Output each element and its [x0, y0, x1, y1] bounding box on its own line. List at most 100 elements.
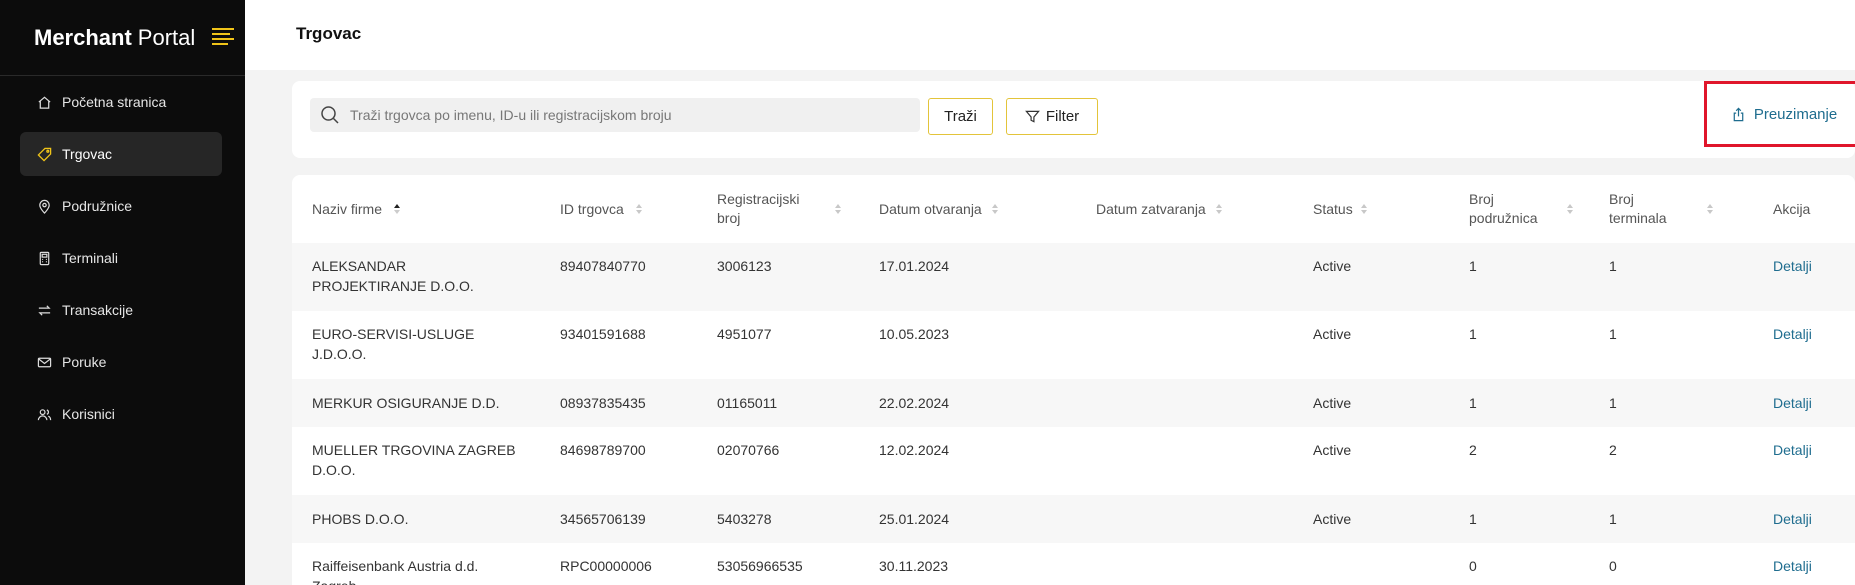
cell-datum-otvaranja: 30.11.2023: [879, 558, 949, 574]
table-row: MERKUR OSIGURANJE D.D. 08937835435 01165…: [292, 379, 1855, 427]
filter-button[interactable]: Filter: [1006, 98, 1098, 135]
sort-icon: [1216, 204, 1222, 214]
cell-broj-terminala: 1: [1609, 395, 1617, 411]
col-header-akcija: Akcija: [1773, 175, 1833, 243]
details-link[interactable]: Detalji: [1773, 393, 1812, 413]
cell-naziv-firme: MUELLER TRGOVINA ZAGREB D.O.O.: [312, 442, 516, 478]
cell-naziv-firme: EURO-SERVISI-USLUGE J.D.O.O.: [312, 326, 475, 362]
cell-naziv-firme: ALEKSANDAR PROJEKTIRANJE D.O.O.: [312, 258, 474, 294]
sidebar-item-label: Početna stranica: [62, 94, 167, 110]
table-row: Raiffeisenbank Austria d.d. Zagreb RPC00…: [292, 543, 1855, 585]
sort-icon: [992, 204, 998, 214]
merchant-table: Naziv firme ID trgovca Registracijski br…: [292, 175, 1855, 585]
cell-broj-podruznica: 1: [1469, 326, 1477, 342]
cell-broj-terminala: 1: [1609, 258, 1617, 274]
col-header-registracijski-broj[interactable]: Registracijski broj: [717, 175, 841, 243]
col-header-naziv-firme[interactable]: Naziv firme: [312, 175, 492, 243]
search-input[interactable]: [350, 107, 910, 123]
users-icon: [36, 406, 52, 422]
cell-id-trgovca: 34565706139: [560, 511, 646, 527]
cell-broj-terminala: 1: [1609, 326, 1617, 342]
col-header-label: Datum otvaranja: [879, 200, 982, 217]
table-header: Naziv firme ID trgovca Registracijski br…: [292, 175, 1855, 243]
sidebar-item-transakcije[interactable]: Transakcije: [20, 288, 222, 332]
sidebar-item-label: Poruke: [62, 354, 107, 370]
tag-icon: [36, 146, 52, 162]
sidebar-item-poruke[interactable]: Poruke: [20, 340, 222, 384]
sidebar-item-podruznice[interactable]: Podružnice: [20, 184, 222, 228]
sidebar-item-label: Trgovac: [62, 146, 113, 162]
sidebar-item-pocetna[interactable]: Početna stranica: [20, 80, 222, 124]
sort-icon: [636, 204, 642, 214]
sidebar-item-terminali[interactable]: Terminali: [20, 236, 222, 280]
col-header-label: ID trgovca: [560, 200, 624, 217]
sidebar: Merchant Portal Početna stranica Trgovac …: [0, 0, 245, 585]
col-header-label: Akcija: [1773, 200, 1811, 217]
cell-datum-otvaranja: 12.02.2024: [879, 442, 950, 458]
sort-icon: [1707, 204, 1713, 214]
sort-icon: [835, 204, 841, 214]
filter-icon: [1024, 110, 1040, 123]
cell-datum-otvaranja: 17.01.2024: [879, 258, 950, 274]
sidebar-item-label: Terminali: [62, 250, 119, 266]
search-box: [310, 98, 920, 132]
col-header-id-trgovca[interactable]: ID trgovca: [560, 175, 650, 243]
terminal-icon: [36, 250, 52, 266]
brand-header: Merchant Portal: [0, 0, 245, 76]
download-button-label: Preuzimanje: [1753, 105, 1838, 123]
menu-toggle-icon[interactable]: [212, 28, 236, 48]
col-header-label: Registracijski broj: [717, 191, 800, 226]
cell-id-trgovca: 93401591688: [560, 326, 646, 342]
cell-registracijski-broj: 53056966535: [717, 558, 803, 574]
search-button[interactable]: Traži: [928, 98, 993, 135]
details-link[interactable]: Detalji: [1773, 324, 1812, 344]
download-button[interactable]: Preuzimanje: [1704, 81, 1855, 147]
details-link[interactable]: Detalji: [1773, 256, 1812, 276]
sidebar-item-korisnici[interactable]: Korisnici: [20, 392, 222, 436]
transfer-arrows-icon: [36, 302, 52, 318]
sort-icon: [1361, 204, 1367, 214]
sidebar-item-label: Korisnici: [62, 406, 115, 422]
table-row: ALEKSANDAR PROJEKTIRANJE D.O.O. 89407840…: [292, 243, 1855, 311]
details-link[interactable]: Detalji: [1773, 509, 1812, 529]
table-row: PHOBS D.O.O. 34565706139 5403278 25.01.2…: [292, 495, 1855, 543]
sidebar-item-label: Podružnice: [62, 198, 133, 214]
search-icon: [321, 106, 339, 124]
home-icon: [36, 94, 52, 110]
cell-status: Active: [1313, 258, 1352, 274]
cell-registracijski-broj: 02070766: [717, 442, 780, 458]
cell-broj-podruznica: 1: [1469, 395, 1477, 411]
brand-name-light: Portal: [137, 24, 196, 50]
upload-share-icon: [1733, 107, 1744, 121]
cell-registracijski-broj: 4951077: [717, 326, 772, 342]
cell-registracijski-broj: 01165011: [717, 395, 778, 411]
cell-broj-podruznica: 1: [1469, 511, 1477, 527]
cell-datum-otvaranja: 10.05.2023: [879, 326, 950, 342]
cell-naziv-firme: PHOBS D.O.O.: [312, 511, 409, 527]
toolbar-card: Traži Filter Preuzimanje: [292, 81, 1855, 158]
col-header-broj-podruznica[interactable]: Broj podružnica: [1469, 175, 1573, 243]
cell-broj-podruznica: 0: [1469, 558, 1477, 574]
col-header-datum-zatvaranja[interactable]: Datum zatvaranja: [1096, 175, 1226, 243]
col-header-status[interactable]: Status: [1313, 175, 1373, 243]
cell-datum-otvaranja: 25.01.2024: [879, 511, 950, 527]
cell-status: Active: [1313, 326, 1352, 342]
col-header-label: Status: [1313, 200, 1353, 217]
details-link[interactable]: Detalji: [1773, 440, 1812, 460]
sort-icon: [1567, 204, 1573, 214]
details-link[interactable]: Detalji: [1773, 556, 1812, 576]
filter-button-label: Filter: [1045, 108, 1080, 125]
cell-naziv-firme: MERKUR OSIGURANJE D.D.: [312, 395, 500, 411]
col-header-broj-terminala[interactable]: Broj terminala: [1609, 175, 1713, 243]
col-header-datum-otvaranja[interactable]: Datum otvaranja: [879, 175, 999, 243]
col-header-label: Naziv firme: [312, 200, 383, 217]
cell-datum-otvaranja: 22.02.2024: [879, 395, 950, 411]
col-header-label: Datum zatvaranja: [1096, 200, 1206, 217]
cell-broj-terminala: 0: [1609, 558, 1617, 574]
cell-naziv-firme: Raiffeisenbank Austria d.d. Zagreb: [312, 558, 479, 585]
cell-status: Active: [1313, 511, 1352, 527]
sidebar-item-trgovac[interactable]: Trgovac: [20, 132, 222, 176]
brand-name-strong: Merchant: [34, 24, 132, 50]
table-row: EURO-SERVISI-USLUGE J.D.O.O. 93401591688…: [292, 311, 1855, 379]
sidebar-nav: Početna stranica Trgovac Podružnice Term…: [20, 80, 222, 444]
